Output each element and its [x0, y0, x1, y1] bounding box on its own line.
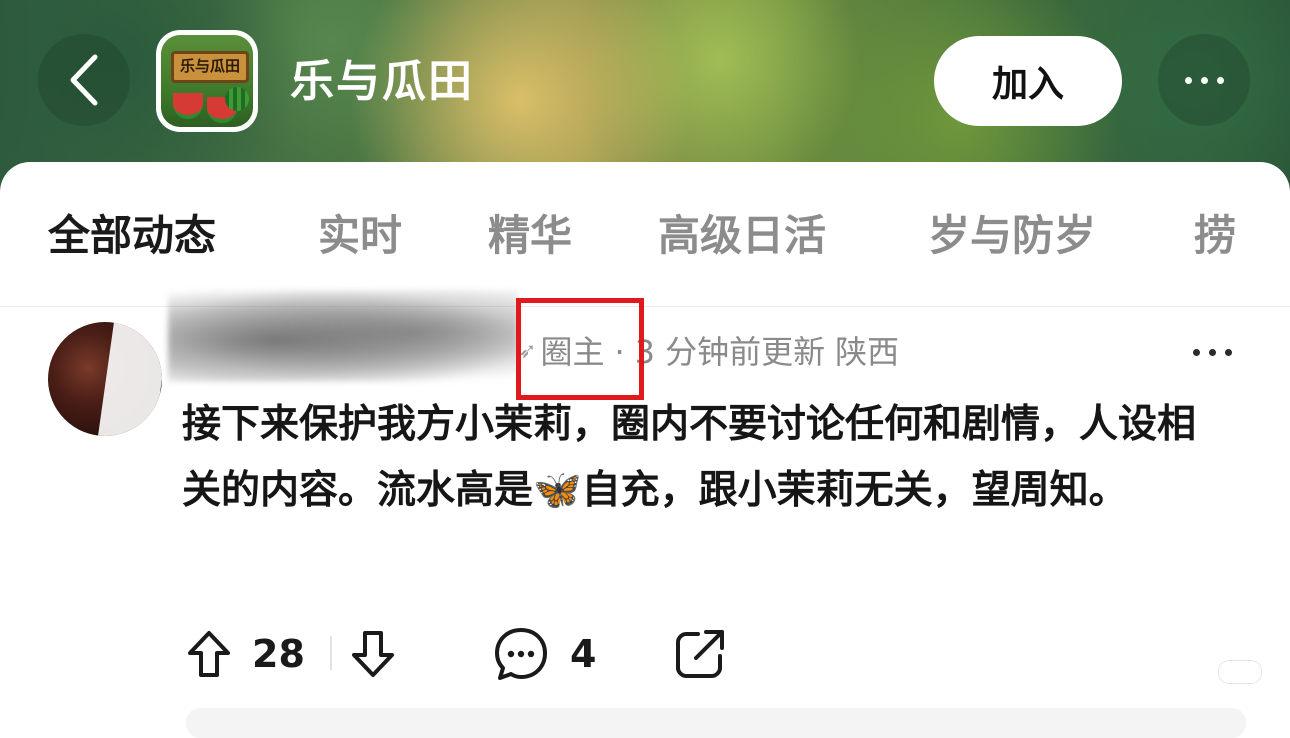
join-button[interactable]: 加入: [934, 36, 1122, 126]
tab-featured[interactable]: 精华: [488, 206, 572, 266]
user-avatar[interactable]: [48, 322, 162, 436]
post-text-part2: 自充，跟小茉莉无关，望周知。: [581, 468, 1128, 513]
more-dots-icon: [1192, 348, 1232, 356]
post-more-button[interactable]: [1184, 334, 1240, 370]
downvote-arrow-icon: [352, 631, 394, 677]
tab-advanced-daily[interactable]: 高级日活: [658, 206, 826, 266]
post-body[interactable]: 接下来保护我方小茉莉，圈内不要讨论任何和剧情，人设相关的内容。流水高是🦋自充，跟…: [182, 392, 1222, 524]
tab-all-feed[interactable]: 全部动态: [48, 206, 216, 266]
comment-bubble-icon: [495, 628, 547, 680]
watermark-logo: [1218, 660, 1262, 684]
more-button[interactable]: [1158, 34, 1250, 126]
tab-realtime[interactable]: 实时: [318, 206, 402, 266]
watermelon-slice-icon: [173, 93, 203, 119]
upvote-arrow-icon: [188, 631, 230, 677]
group-title: 乐与瓜田: [290, 56, 474, 107]
back-button[interactable]: [38, 34, 130, 126]
upvote-count: 28: [252, 632, 305, 676]
post-time: 3 分钟前更新: [634, 333, 826, 371]
tab-more[interactable]: 捞: [1194, 206, 1236, 266]
comment-button[interactable]: 4: [492, 614, 596, 694]
share-button[interactable]: [672, 614, 728, 694]
butterfly-emoji-icon: 🦋: [533, 468, 582, 513]
tab-bar: 全部动态 实时 精华 高级日活 岁与防岁 捞: [0, 162, 1290, 307]
post-location: 陕西: [835, 333, 900, 371]
back-chevron-icon: [70, 54, 98, 106]
next-item-preview: [186, 708, 1246, 738]
vote-divider: [330, 636, 332, 670]
post-actions: 28 4: [0, 614, 1290, 694]
comment-count: 4: [570, 632, 597, 676]
downvote-button[interactable]: [350, 614, 396, 694]
more-dots-icon: [1184, 76, 1224, 84]
watermelon-icon: [225, 87, 249, 111]
blurred-username[interactable]: [168, 290, 518, 382]
upvote-button[interactable]: 28: [186, 614, 305, 694]
highlight-annotation-box: [516, 298, 644, 400]
group-avatar[interactable]: 乐与瓜田: [156, 30, 258, 132]
tab-anti-age[interactable]: 岁与防岁: [928, 206, 1096, 266]
group-avatar-sign: 乐与瓜田: [171, 51, 249, 83]
share-icon: [676, 630, 724, 678]
